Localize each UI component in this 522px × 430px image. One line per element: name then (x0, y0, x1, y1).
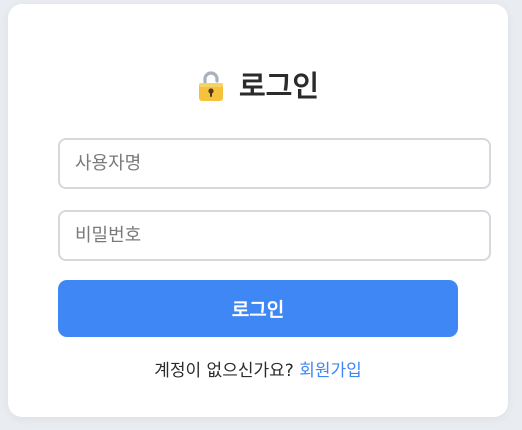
signup-link[interactable]: 회원가입 (299, 361, 362, 381)
signup-prompt-text: 계정이 없으신가요? (154, 361, 300, 381)
signup-prompt: 계정이 없으신가요? 회원가입 (8, 356, 508, 381)
login-header: 로그인 (8, 68, 508, 104)
username-input[interactable] (58, 138, 491, 189)
login-card: 로그인 로그인 계정이 없으신가요? 회원가입 (8, 4, 508, 417)
login-button[interactable]: 로그인 (58, 280, 458, 337)
lock-icon (198, 71, 223, 101)
password-input[interactable] (58, 210, 491, 261)
page-title: 로그인 (238, 69, 320, 103)
